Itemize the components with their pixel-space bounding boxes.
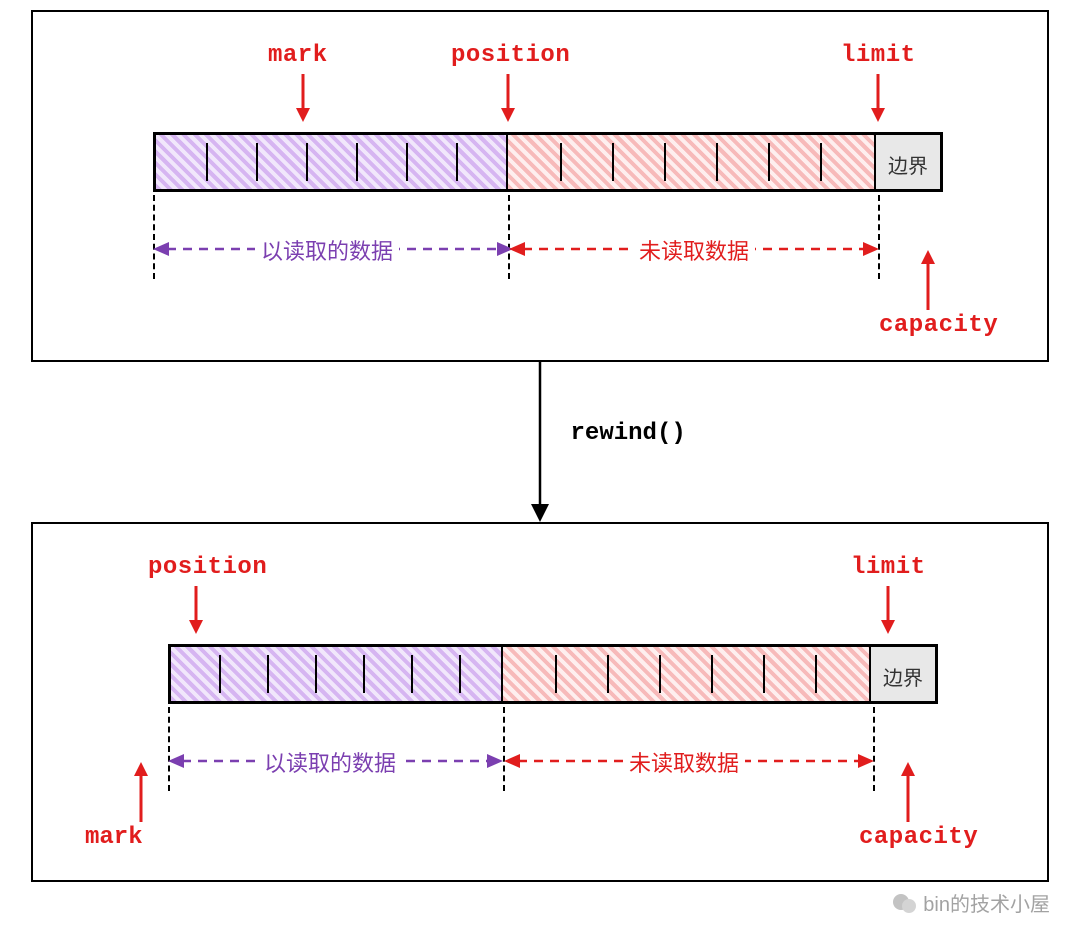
- arrow-down-icon: [863, 74, 893, 124]
- buffer-unread-region: [503, 647, 870, 701]
- buffer-read-region: [171, 647, 503, 701]
- arrow-down-icon: [873, 586, 903, 636]
- position-label: position: [148, 554, 267, 581]
- arrow-up-icon: [893, 762, 923, 822]
- transition: rewind(): [31, 362, 1049, 522]
- capacity-label: capacity: [859, 824, 978, 851]
- position-label: position: [451, 42, 570, 69]
- capacity-label: capacity: [879, 312, 998, 339]
- mark-label: mark: [268, 42, 328, 69]
- buffer-read-region: [156, 135, 508, 189]
- boundary-label: 边界: [888, 150, 928, 179]
- limit-label: limit: [851, 554, 926, 581]
- buffer-after: [168, 644, 938, 704]
- arrow-down-icon: [181, 586, 211, 636]
- before-panel: mark position limit capacity 边界 以读取的数据 未…: [31, 10, 1049, 362]
- transition-label: rewind(): [571, 420, 686, 447]
- arrow-up-icon: [126, 762, 156, 822]
- wechat-icon: [891, 890, 917, 916]
- mark-label: mark: [85, 824, 143, 851]
- read-range-label: 以读取的数据: [258, 746, 402, 778]
- arrow-down-icon: [525, 362, 555, 522]
- watermark: bin的技术小屋: [891, 888, 1050, 917]
- arrow-down-icon: [288, 74, 318, 124]
- buffer-before: [153, 132, 943, 192]
- after-panel: position limit mark capacity 边界 以读取的数据 未…: [31, 522, 1049, 882]
- read-range-label: 以读取的数据: [255, 234, 399, 266]
- unread-range-label: 未读取数据: [623, 746, 745, 778]
- arrow-down-icon: [493, 74, 523, 124]
- boundary-label: 边界: [883, 662, 923, 691]
- arrow-up-icon: [913, 250, 943, 310]
- limit-label: limit: [841, 42, 916, 69]
- buffer-unread-region: [508, 135, 875, 189]
- watermark-text: bin的技术小屋: [923, 888, 1050, 917]
- unread-range-label: 未读取数据: [633, 234, 755, 266]
